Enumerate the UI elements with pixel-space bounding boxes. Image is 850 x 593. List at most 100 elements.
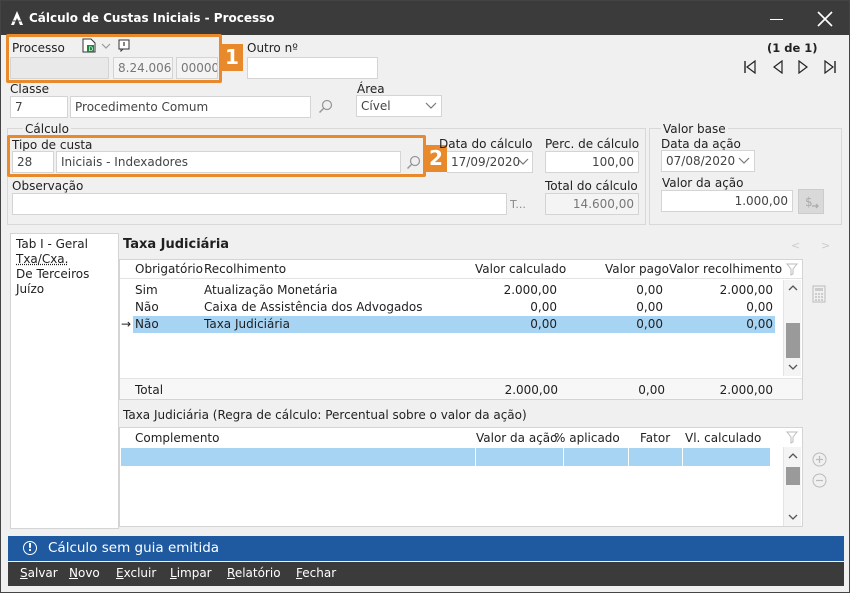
scroll-thumb[interactable]	[786, 467, 800, 485]
currency-icon: $	[805, 195, 819, 209]
app-logo-icon	[11, 11, 23, 25]
totals-row: Total 2.000,00 0,00 2.000,00	[120, 378, 802, 399]
cell-valor-pago: 0,00	[636, 317, 663, 331]
cell-valor-calculado: 2.000,00	[503, 283, 557, 297]
title-bar: Cálculo de Custas Iniciais - Processo	[1, 1, 849, 35]
cell-valor-calculado: 0,00	[530, 300, 557, 314]
scroll-thumb[interactable]	[786, 323, 800, 358]
chevron-down-icon[interactable]	[738, 157, 750, 165]
complemento-row-selected[interactable]	[121, 448, 770, 466]
highlight-box-2	[7, 135, 426, 177]
window-title: Cálculo de Custas Iniciais - Processo	[29, 11, 275, 25]
observacao-field[interactable]	[12, 193, 507, 215]
col-valor-acao[interactable]: Valor da ação	[476, 431, 558, 445]
col-complemento[interactable]: Complemento	[135, 431, 219, 445]
col-perc-aplicado[interactable]: % aplicado	[554, 431, 620, 445]
cell-valor-recolhimento: 2.000,00	[719, 283, 773, 297]
close-icon[interactable]	[816, 10, 834, 28]
scroll-up-icon[interactable]	[788, 452, 798, 459]
cell-recolhimento: Atualização Monetária	[204, 283, 338, 297]
col-valor-calculado[interactable]: Valor calculado	[475, 262, 566, 276]
highlight-box-1	[6, 34, 222, 83]
category-item-juizo[interactable]: Juízo	[11, 282, 118, 297]
filter-icon[interactable]	[786, 263, 798, 276]
action-bar: Salvar Novo Excluir Limpar Relatório Fec…	[8, 562, 844, 586]
classe-name-field[interactable]: Procedimento Comum	[70, 96, 311, 118]
category-item-txa-cxa[interactable]: Txa/Cxa.	[11, 252, 118, 267]
chevron-down-icon[interactable]	[425, 102, 437, 110]
category-item-terceiros[interactable]: De Terceiros	[11, 267, 118, 282]
total-calculo-label: Total do cálculo	[545, 179, 638, 193]
col-valor-recolhimento[interactable]: Valor recolhimento	[669, 262, 782, 276]
close-button[interactable]: Fechar	[296, 566, 336, 580]
col-recolhimento[interactable]: Recolhimento	[204, 262, 286, 276]
perc-calculo-field[interactable]: 100,00	[545, 151, 639, 173]
outro-field[interactable]	[247, 57, 378, 79]
valor-base-label: Valor base	[661, 122, 728, 136]
status-bar: Cálculo sem guia emitida	[8, 536, 844, 561]
svg-text:$: $	[805, 195, 813, 209]
observacao-expand-button[interactable]: T...	[510, 198, 526, 211]
sub-grid-scrollbar[interactable]	[783, 447, 801, 526]
total-label: Total	[135, 383, 164, 397]
cell-valor-recolhimento: 0,00	[746, 317, 773, 331]
col-obrigatorio[interactable]: Obrigatório	[135, 262, 203, 276]
cell-valor-pago: 0,00	[636, 300, 663, 314]
total-valor-recolhimento: 2.000,00	[719, 383, 773, 397]
scroll-down-icon[interactable]	[788, 514, 798, 521]
previous-record-icon[interactable]	[771, 60, 785, 74]
remove-icon[interactable]	[812, 473, 827, 488]
chevron-down-icon[interactable]	[517, 158, 529, 166]
table-row-selected[interactable]: Não Taxa Judiciária 0,00 0,00 0,00	[133, 316, 775, 333]
clear-button[interactable]: Limpar	[170, 566, 212, 580]
calculator-icon[interactable]	[812, 285, 826, 303]
total-valor-pago: 0,00	[638, 383, 665, 397]
current-row-arrow-icon: →	[121, 317, 132, 331]
cell-valor-calculado: 0,00	[530, 317, 557, 331]
table-row[interactable]: Sim Atualização Monetária 2.000,00 0,00 …	[133, 282, 775, 299]
pager-text: (1 de 1)	[767, 41, 818, 55]
delete-button[interactable]: Excluir	[116, 566, 156, 580]
col-valor-pago[interactable]: Valor pago	[605, 262, 669, 276]
cell-obrigatorio: Sim	[135, 283, 158, 297]
classe-code-field[interactable]: 7	[10, 96, 68, 118]
observacao-label: Observação	[12, 179, 84, 193]
classe-label: Classe	[10, 82, 49, 96]
grid-scrollbar[interactable]	[783, 280, 801, 376]
chevron-left-icon[interactable]: <	[791, 239, 800, 252]
new-button[interactable]: Novo	[69, 566, 100, 580]
currency-button[interactable]: $	[798, 189, 824, 214]
add-icon[interactable]	[812, 452, 827, 467]
last-record-icon[interactable]	[823, 60, 837, 74]
col-fator[interactable]: Fator	[640, 431, 670, 445]
total-valor-calculado: 2.000,00	[504, 383, 558, 397]
cell-recolhimento: Taxa Judiciária	[204, 317, 290, 331]
col-vl-calculado[interactable]: Vl. calculado	[685, 431, 761, 445]
save-button[interactable]: Salvar	[20, 566, 58, 580]
perc-calculo-label: Perc. de cálculo	[545, 137, 640, 151]
minimize-button[interactable]	[769, 9, 785, 25]
search-icon[interactable]	[318, 99, 333, 114]
sub-caption: Taxa Judiciária (Regra de cálculo: Perce…	[123, 408, 527, 422]
table-row[interactable]: Não Caixa de Assistência dos Advogados 0…	[133, 299, 775, 316]
window: Cálculo de Custas Iniciais - Processo Pr…	[0, 0, 850, 593]
chevron-right-icon[interactable]: >	[821, 239, 830, 252]
filter-icon[interactable]	[786, 431, 798, 444]
cell-recolhimento: Caixa de Assistência dos Advogados	[204, 300, 423, 314]
scroll-up-icon[interactable]	[788, 284, 798, 291]
scroll-down-icon[interactable]	[788, 364, 798, 371]
category-item-tab-i[interactable]: Tab I - Geral	[11, 237, 118, 252]
next-record-icon[interactable]	[796, 60, 810, 74]
cell-valor-recolhimento: 0,00	[746, 300, 773, 314]
report-button[interactable]: Relatório	[227, 566, 281, 580]
outro-label: Outro nº	[247, 41, 298, 55]
data-acao-label: Data da ação	[661, 137, 741, 151]
calculo-group-label: Cálculo	[23, 122, 71, 136]
info-icon	[23, 541, 37, 555]
first-record-icon[interactable]	[743, 60, 757, 74]
cell-valor-pago: 0,00	[636, 283, 663, 297]
callout-badge-1: 1	[221, 44, 243, 71]
valor-acao-field[interactable]: 1.000,00	[661, 190, 793, 212]
cell-obrigatorio: Não	[135, 317, 159, 331]
valor-acao-label: Valor da ação	[662, 176, 744, 190]
